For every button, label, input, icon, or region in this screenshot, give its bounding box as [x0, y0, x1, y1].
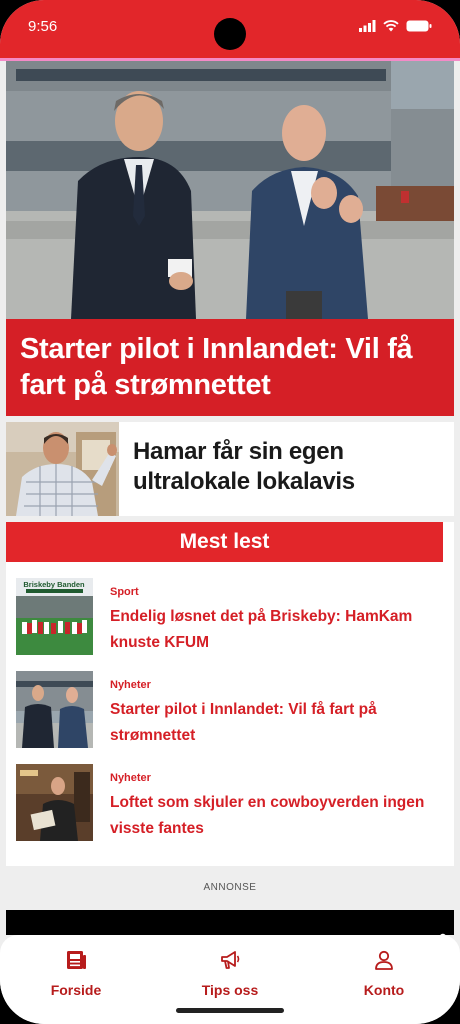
main-feed[interactable]: Starter pilot i Innlandet: Vil få fart p…: [0, 61, 460, 935]
thumb-banner-text: Briskeby Banden: [23, 580, 85, 589]
nav-forside-label: Forside: [50, 982, 102, 998]
nav-konto-label: Konto: [363, 982, 405, 998]
most-read-item[interactable]: Nyheter Loftet som skjuler en cowboyverd…: [6, 748, 454, 841]
nav-tips-oss-label: Tips oss: [201, 982, 259, 998]
status-icons: [359, 20, 432, 32]
battery-icon: [406, 20, 432, 32]
signal-icon: [359, 20, 376, 32]
article-headline[interactable]: Hamar får sin egen ultralokale lokalavis: [119, 422, 454, 516]
most-read-header: Mest lest: [6, 522, 443, 562]
most-read-item[interactable]: Nyheter Starter pilot i Innlandet: Vil f…: [6, 655, 454, 748]
hero-headline[interactable]: Starter pilot i Innlandet: Vil få fart p…: [6, 319, 454, 416]
hero-article[interactable]: Starter pilot i Innlandet: Vil få fart p…: [6, 61, 454, 416]
nav-konto[interactable]: Konto: [324, 949, 444, 998]
most-read-category: Sport: [110, 586, 139, 598]
nav-tips-oss[interactable]: Tips oss: [170, 949, 290, 998]
most-read-title[interactable]: Loftet som skjuler en cowboyverden ingen…: [110, 790, 440, 842]
status-bar: 9:56: [0, 0, 460, 58]
home-indicator[interactable]: [176, 1008, 284, 1013]
most-read-title[interactable]: Starter pilot i Innlandet: Vil få fart p…: [110, 697, 440, 749]
nav-forside[interactable]: Forside: [16, 949, 136, 998]
ad-banner[interactable]: Det er fordi den...gjør den meg dårlig: [6, 910, 454, 935]
person-icon: [375, 950, 393, 970]
newspaper-icon: [67, 951, 86, 969]
most-read-title[interactable]: Endelig løsnet det på Briskeby: HamKam k…: [110, 604, 440, 656]
ad-label: ANNONSE: [203, 882, 257, 893]
most-read-thumbnail: [16, 671, 93, 748]
phone-screen: 9:56 Starter pilot i Innlandet: Vil få f…: [0, 0, 460, 1024]
camera-cutout: [214, 18, 246, 50]
megaphone-icon: [221, 951, 240, 969]
status-time: 9:56: [28, 18, 58, 35]
article-thumbnail: [6, 422, 119, 516]
most-read-item[interactable]: Briskeby Banden Sport Endelig løsnet det…: [6, 562, 454, 655]
wifi-icon: [383, 20, 399, 32]
most-read-category: Nyheter: [110, 772, 151, 784]
most-read-thumbnail: [16, 764, 93, 841]
article-card[interactable]: Hamar får sin egen ultralokale lokalavis: [6, 422, 454, 516]
hero-photo: [6, 61, 454, 319]
most-read-section: Mest lest Briskeby Banden Sport Endelig …: [6, 522, 454, 866]
ad-text: Det er fordi den...gjør den meg dårlig: [6, 910, 454, 935]
most-read-thumbnail: Briskeby Banden: [16, 578, 93, 655]
most-read-category: Nyheter: [110, 679, 151, 691]
